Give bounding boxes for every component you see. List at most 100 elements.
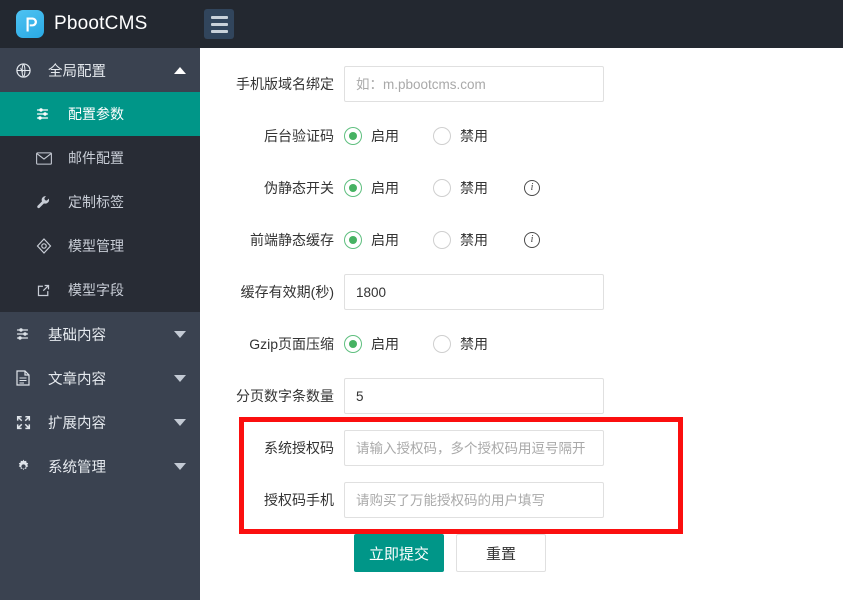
form-row-pseudo-static: 伪静态开关 启用 禁用 i	[200, 162, 843, 214]
admin-captcha-radio-disable[interactable]: 禁用	[433, 126, 488, 146]
pseudo-static-radio-disable[interactable]: 禁用	[433, 178, 488, 198]
hamburger-bar	[211, 30, 228, 33]
wrench-icon	[36, 195, 56, 210]
radio-label: 启用	[371, 178, 399, 198]
sidebar-group-basic-content[interactable]: 基础内容	[0, 312, 200, 356]
sliders-icon	[36, 106, 56, 122]
field-label: 前端静态缓存	[200, 230, 344, 250]
sidebar-item-config-params[interactable]: 配置参数	[0, 92, 200, 136]
field-control: 启用 禁用	[344, 334, 843, 354]
sidebar-item-model-field[interactable]: 模型字段	[0, 268, 200, 312]
field-label: 后台验证码	[200, 126, 344, 146]
sidebar-item-custom-tag[interactable]: 定制标签	[0, 180, 200, 224]
field-label: 分页数字条数量	[200, 386, 344, 406]
gear-icon	[16, 459, 36, 474]
field-label: 手机版域名绑定	[200, 74, 344, 94]
sidebar-group-system-manage[interactable]: 系统管理	[0, 444, 200, 488]
caret-up-icon	[174, 67, 186, 74]
hamburger-bar	[211, 16, 228, 19]
top-header-bar: PbootCMS	[0, 0, 843, 48]
sidebar-group-label: 扩展内容	[48, 412, 174, 433]
form-actions: 立即提交 重置	[200, 534, 843, 572]
sidebar-item-label: 邮件配置	[68, 148, 200, 168]
submit-button[interactable]: 立即提交	[354, 534, 444, 572]
gzip-radio-disable[interactable]: 禁用	[433, 334, 488, 354]
brand-title: PbootCMS	[54, 13, 147, 35]
auth-code-phone-input[interactable]	[344, 482, 604, 518]
sidebar-item-model-manage[interactable]: 模型管理	[0, 224, 200, 268]
field-label: 系统授权码	[200, 438, 344, 458]
radio-selected-icon	[344, 179, 362, 197]
field-control	[344, 430, 843, 466]
external-link-icon	[36, 283, 56, 298]
field-label: 伪静态开关	[200, 178, 344, 198]
config-form-panel: 手机版域名绑定 后台验证码 启用 禁用 伪静态开关 启用	[200, 48, 843, 600]
system-auth-code-input[interactable]	[344, 430, 604, 466]
field-label: Gzip页面压缩	[200, 334, 344, 354]
sidebar-group-label: 基础内容	[48, 324, 174, 345]
form-row-system-auth-code: 系统授权码	[200, 422, 843, 474]
info-circle-icon[interactable]: i	[524, 232, 540, 248]
reset-button[interactable]: 重置	[456, 534, 546, 572]
caret-down-icon	[174, 419, 186, 426]
sidebar-group-label: 全局配置	[48, 60, 174, 81]
hamburger-bar	[211, 23, 228, 26]
field-control	[344, 66, 843, 102]
admin-captcha-radio-enable[interactable]: 启用	[344, 126, 399, 146]
form-row-mobile-domain: 手机版域名绑定	[200, 58, 843, 110]
form-row-frontend-static-cache: 前端静态缓存 启用 禁用 i	[200, 214, 843, 266]
sidebar-group-article-content[interactable]: 文章内容	[0, 356, 200, 400]
hamburger-icon[interactable]	[204, 9, 234, 39]
brand-area: PbootCMS	[0, 0, 200, 48]
field-label: 缓存有效期(秒)	[200, 282, 344, 302]
radio-label: 启用	[371, 334, 399, 354]
form-row-gzip-compress: Gzip页面压缩 启用 禁用	[200, 318, 843, 370]
sidebar-item-label: 配置参数	[68, 104, 200, 124]
document-icon	[16, 370, 36, 386]
cache-ttl-input[interactable]	[344, 274, 604, 310]
pagination-count-input[interactable]	[344, 378, 604, 414]
field-control: 启用 禁用 i	[344, 230, 843, 250]
radio-selected-icon	[344, 231, 362, 249]
field-control	[344, 378, 843, 414]
sidebar-item-label: 模型字段	[68, 280, 200, 300]
gzip-radio-enable[interactable]: 启用	[344, 334, 399, 354]
radio-label: 禁用	[460, 334, 488, 354]
radio-unselected-icon	[433, 231, 451, 249]
sidebar-submenu-global-config: 配置参数 邮件配置 定制标签	[0, 92, 200, 312]
radio-selected-icon	[344, 335, 362, 353]
field-label: 授权码手机	[200, 490, 344, 510]
sidebar-group-global-config[interactable]: 全局配置	[0, 48, 200, 92]
expand-icon	[16, 415, 36, 430]
sidebar-group-label: 系统管理	[48, 456, 174, 477]
radio-label: 禁用	[460, 126, 488, 146]
field-control	[344, 482, 843, 518]
form-row-cache-ttl: 缓存有效期(秒)	[200, 266, 843, 318]
radio-label: 启用	[371, 126, 399, 146]
radio-label: 禁用	[460, 230, 488, 250]
sliders-icon	[16, 326, 36, 342]
mobile-domain-input[interactable]	[344, 66, 604, 102]
sidebar-group-extension-content[interactable]: 扩展内容	[0, 400, 200, 444]
frontend-cache-radio-disable[interactable]: 禁用	[433, 230, 488, 250]
radio-unselected-icon	[433, 335, 451, 353]
sidebar-group-label: 文章内容	[48, 368, 174, 389]
radio-label: 禁用	[460, 178, 488, 198]
pseudo-static-radio-enable[interactable]: 启用	[344, 178, 399, 198]
form-row-pagination-count: 分页数字条数量	[200, 370, 843, 422]
frontend-cache-radio-enable[interactable]: 启用	[344, 230, 399, 250]
sidebar-item-mail-config[interactable]: 邮件配置	[0, 136, 200, 180]
caret-down-icon	[174, 375, 186, 382]
envelope-icon	[36, 152, 56, 165]
radio-unselected-icon	[433, 179, 451, 197]
radio-label: 启用	[371, 230, 399, 250]
pboot-logo-icon	[16, 10, 44, 38]
sidebar-item-label: 模型管理	[68, 236, 200, 256]
sidebar-nav: 全局配置 配置参数	[0, 48, 200, 600]
field-control	[344, 274, 843, 310]
caret-down-icon	[174, 331, 186, 338]
radio-selected-icon	[344, 127, 362, 145]
globe-icon	[16, 63, 36, 78]
info-circle-icon[interactable]: i	[524, 180, 540, 196]
caret-down-icon	[174, 463, 186, 470]
